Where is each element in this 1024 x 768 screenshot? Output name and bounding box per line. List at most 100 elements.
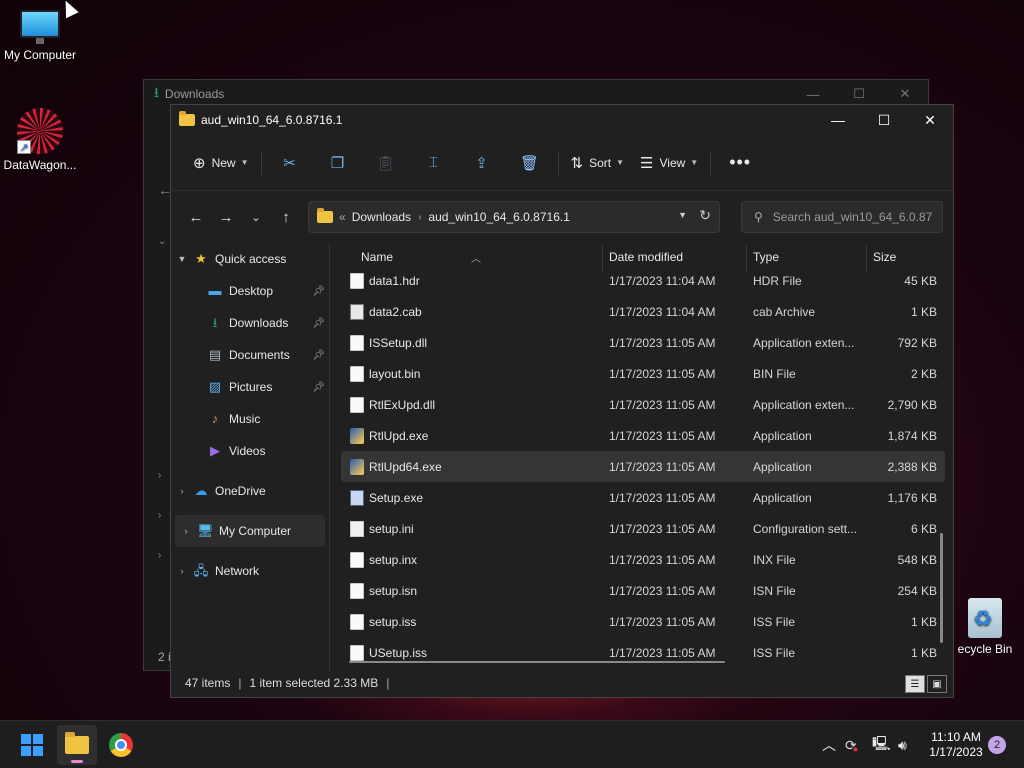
chevron-right-icon[interactable]: › <box>175 526 197 536</box>
desktop-icon-datawagon[interactable]: ↗ DataWagon... <box>0 108 80 172</box>
table-row[interactable]: RtlUpd64.exe 1/17/2023 11:05 AM Applicatio… <box>341 451 945 482</box>
table-row[interactable]: ISSetup.dll 1/17/2023 11:05 AM Application… <box>341 327 945 358</box>
breadcrumb-current[interactable]: aud_win10_64_6.0.8716.1 <box>428 210 569 224</box>
download-icon: ⭳ <box>154 84 159 100</box>
up-button[interactable]: ↑ <box>271 202 301 232</box>
view-button[interactable]: ☰ View ▼ <box>632 147 706 179</box>
pin-icon[interactable]: 📌︎ <box>312 382 325 393</box>
chevron-down-icon[interactable]: ▼ <box>678 210 687 220</box>
table-row[interactable]: setup.inx 1/17/2023 11:05 AM INX File 548 K… <box>341 544 945 575</box>
chevron-right-icon[interactable]: › <box>171 486 193 496</box>
horizontal-scrollbar[interactable] <box>349 661 725 663</box>
column-date-modified[interactable]: Date modified <box>609 250 683 264</box>
pin-icon[interactable]: 📌︎ <box>312 318 325 329</box>
column-type[interactable]: Type <box>753 250 779 264</box>
file-size: 1 KB <box>910 646 937 660</box>
window-titlebar[interactable]: aud_win10_64_6.0.8716.1 — ☐ ✕ <box>171 105 953 135</box>
taskbar-chrome[interactable] <box>101 725 141 765</box>
sidebar-item-documents[interactable]: ▤ Documents 📌︎ <box>171 339 329 371</box>
forward-button[interactable]: → <box>211 202 241 232</box>
file-list: Name ︿ Date modified Type Size data1.hdr… <box>341 243 945 671</box>
system-clock[interactable]: 11:10 AM 1/17/2023 <box>924 730 988 760</box>
recent-locations-button[interactable]: ⌄ <box>241 202 271 232</box>
table-row[interactable]: data1.hdr 1/17/2023 11:04 AM HDR File 45 KB <box>341 265 945 296</box>
table-row[interactable]: RtlExUpd.dll 1/17/2023 11:05 AM Applicatio… <box>341 389 945 420</box>
sync-status-button[interactable]: ⟳ ● <box>845 721 858 768</box>
chevron-right-icon[interactable]: › <box>158 550 161 561</box>
close-button[interactable]: ✕ <box>907 105 953 135</box>
file-date-modified: 1/17/2023 11:05 AM <box>609 522 716 536</box>
file-type: cab Archive <box>753 305 816 319</box>
sidebar-item-network[interactable]: › 🖧 Network <box>171 555 329 587</box>
start-button[interactable] <box>12 725 52 765</box>
details-view-icon: ☰ <box>910 678 920 690</box>
table-row[interactable]: setup.ini 1/17/2023 11:05 AM Configuration… <box>341 513 945 544</box>
pane-splitter[interactable] <box>329 243 330 671</box>
navigation-pane: ▼ ★ Quick access ▬ Desktop 📌︎ ⭳ Download… <box>171 243 329 671</box>
desktop-icon-my-computer[interactable]: My Computer <box>0 10 80 62</box>
chevron-right-icon[interactable]: › <box>158 470 161 481</box>
sidebar-item-my-computer[interactable]: › 🖥︎ My Computer <box>175 515 325 547</box>
more-options-button[interactable]: ••• <box>715 147 765 179</box>
volume-button[interactable]: 🔊︎ <box>898 721 907 768</box>
chevron-right-icon[interactable]: › <box>158 510 161 521</box>
column-name[interactable]: Name <box>361 250 393 264</box>
taskbar-file-explorer[interactable] <box>57 725 97 765</box>
computer-icon: 🖥︎ <box>197 523 214 538</box>
back-button[interactable]: ← <box>181 202 211 232</box>
chevron-down-icon[interactable]: ▼ <box>171 254 193 264</box>
sort-button[interactable]: ⇅ Sort ▼ <box>563 147 633 179</box>
sidebar-item-videos[interactable]: ▶ Videos <box>171 435 329 467</box>
chevron-right-icon[interactable]: › <box>171 566 193 576</box>
table-row[interactable]: data2.cab 1/17/2023 11:04 AM cab Archive 1 … <box>341 296 945 327</box>
chevron-down-icon[interactable]: ⌄ <box>158 236 166 247</box>
minimize-button[interactable]: — <box>815 105 861 135</box>
sidebar-item-desktop[interactable]: ▬ Desktop 📌︎ <box>171 275 329 307</box>
address-bar[interactable]: « Downloads › aud_win10_64_6.0.8716.1 ▼ … <box>308 201 720 233</box>
rename-button[interactable]: ⌶ <box>410 147 458 179</box>
search-input[interactable] <box>772 210 933 224</box>
sidebar-item-quick-access[interactable]: ▼ ★ Quick access <box>171 243 329 275</box>
breadcrumb-overflow[interactable]: « <box>339 210 346 224</box>
cut-button[interactable]: ✂ <box>266 147 314 179</box>
pin-icon[interactable]: 📌︎ <box>312 286 325 297</box>
desktop-icon-recycle-bin[interactable]: ecycle Bin <box>945 598 1024 656</box>
sidebar-item-onedrive[interactable]: › ☁ OneDrive <box>171 475 329 507</box>
table-row[interactable]: USetup.iss 1/17/2023 11:05 AM ISS File 1 KB <box>341 637 945 661</box>
large-icons-view-button[interactable]: ▣ <box>927 675 947 693</box>
notification-badge[interactable]: 2 <box>988 736 1006 754</box>
table-row[interactable]: RtlUpd.exe 1/17/2023 11:05 AM Application 1… <box>341 420 945 451</box>
table-row[interactable]: setup.iss 1/17/2023 11:05 AM ISS File 1 KB <box>341 606 945 637</box>
pin-icon[interactable]: 📌︎ <box>312 350 325 361</box>
file-size: 1,874 KB <box>887 429 937 443</box>
copy-button[interactable]: ❐ <box>314 147 362 179</box>
new-button[interactable]: ⊕ New ▼ <box>185 147 257 179</box>
file-rows: data1.hdr 1/17/2023 11:04 AM HDR File 45 KB… <box>341 265 945 661</box>
sidebar-item-pictures[interactable]: ▨ Pictures 📌︎ <box>171 371 329 403</box>
column-size[interactable]: Size <box>873 250 896 264</box>
breadcrumb-downloads[interactable]: Downloads <box>352 210 411 224</box>
table-row[interactable]: setup.isn 1/17/2023 11:05 AM ISN File 254 K… <box>341 575 945 606</box>
maximize-button[interactable]: ☐ <box>861 105 907 135</box>
table-row[interactable]: Setup.exe 1/17/2023 11:05 AM Application 1,… <box>341 482 945 513</box>
refresh-icon[interactable]: ↻ <box>699 207 711 224</box>
details-view-button[interactable]: ☰ <box>905 675 925 693</box>
paste-button[interactable]: 📋︎ <box>362 147 410 179</box>
show-hidden-icons-button[interactable]: ︿ <box>822 721 836 768</box>
file-date-modified: 1/17/2023 11:04 AM <box>609 305 716 319</box>
sidebar-item-label: Desktop <box>229 284 274 298</box>
share-button[interactable]: ⇪ <box>458 147 506 179</box>
file-icon <box>350 583 364 599</box>
delete-button[interactable]: 🗑︎ <box>506 147 554 179</box>
application-icon <box>350 459 364 475</box>
search-box[interactable]: ⚲ <box>741 201 943 233</box>
file-size: 792 KB <box>897 336 937 350</box>
table-row[interactable]: layout.bin 1/17/2023 11:05 AM BIN File 2 KB <box>341 358 945 389</box>
vertical-scrollbar[interactable] <box>940 533 943 643</box>
network-status-button[interactable]: 🖳 <box>872 721 891 768</box>
file-explorer-window[interactable]: aud_win10_64_6.0.8716.1 — ☐ ✕ ⊕ New ▼ ✂ … <box>170 104 954 698</box>
sidebar-item-downloads[interactable]: ⭳ Downloads 📌︎ <box>171 307 329 339</box>
back-window-status: 2 i <box>158 650 171 664</box>
file-icon <box>350 552 364 568</box>
sidebar-item-music[interactable]: ♪ Music <box>171 403 329 435</box>
